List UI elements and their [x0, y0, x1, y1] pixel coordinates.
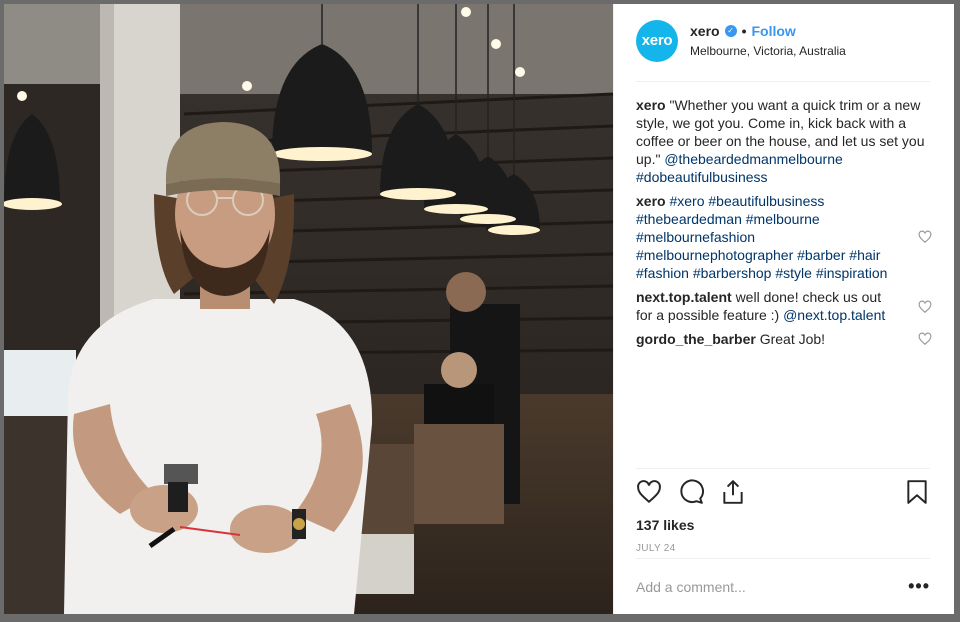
comment-input[interactable] — [636, 578, 909, 595]
hashtag-link[interactable]: #hair — [849, 247, 880, 263]
header-info: xero ✓ • Follow Melbourne, Victoria, Aus… — [690, 23, 846, 58]
hashtag-link[interactable]: #inspiration — [816, 265, 888, 281]
post-header: xero xero ✓ • Follow Melbourne, Victoria… — [636, 4, 930, 82]
post-photo[interactable] — [4, 4, 613, 614]
mention-link[interactable]: @thebeardedmanmelbourne — [664, 151, 842, 167]
heart-icon[interactable] — [636, 479, 662, 505]
heart-outline-icon[interactable] — [918, 300, 932, 314]
more-options-icon[interactable]: ••• — [908, 576, 930, 597]
add-comment-bar: ••• — [636, 558, 930, 614]
comment-author[interactable]: xero — [636, 97, 666, 113]
comment-next-top-talent: next.top.talent well done! check us out … — [636, 288, 932, 324]
avatar[interactable]: xero — [636, 19, 678, 62]
location-link[interactable]: Melbourne, Victoria, Australia — [690, 44, 846, 58]
hashtag-comment: xero #xero #beautifulbusiness #thebearde… — [636, 192, 932, 282]
post-modal: xero xero ✓ • Follow Melbourne, Victoria… — [4, 4, 954, 614]
follow-button[interactable]: Follow — [751, 23, 795, 39]
hashtag-link[interactable]: #barbershop — [693, 265, 772, 281]
bookmark-icon[interactable] — [904, 479, 930, 505]
comment-text-block: xero "Whether you want a quick trim or a… — [636, 96, 932, 186]
post-actions: 137 likes JULY 24 — [636, 468, 930, 554]
comments-list: xero "Whether you want a quick trim or a… — [614, 82, 954, 348]
post-details-panel: xero xero ✓ • Follow Melbourne, Victoria… — [613, 4, 954, 614]
verified-badge-icon: ✓ — [724, 25, 737, 37]
hashtag-link[interactable]: #melbournefashion — [636, 229, 755, 245]
mention-link[interactable]: @next.top.talent — [783, 307, 885, 323]
hashtag-link[interactable]: #thebeardedman — [636, 211, 742, 227]
hashtag-link[interactable]: #barber — [797, 247, 845, 263]
avatar-logo-text: xero — [641, 32, 673, 49]
caption-comment: xero "Whether you want a quick trim or a… — [636, 96, 930, 186]
heart-outline-icon[interactable] — [918, 230, 932, 244]
hashtag-link[interactable]: #melbournephotographer — [636, 247, 793, 263]
comment-author[interactable]: next.top.talent — [636, 289, 732, 305]
action-icons-row — [636, 477, 930, 507]
comment-author[interactable]: gordo_the_barber — [636, 331, 756, 347]
heart-outline-icon[interactable] — [918, 332, 932, 346]
username-link[interactable]: xero — [690, 23, 720, 39]
hashtag-link[interactable]: #beautifulbusiness — [708, 193, 824, 209]
comment-author[interactable]: xero — [636, 193, 666, 209]
comment-gordo-the-barber: gordo_the_barber Great Job! — [636, 330, 932, 348]
separator-dot: • — [741, 23, 747, 39]
likes-count[interactable]: 137 likes — [636, 517, 930, 533]
photo-barber-man — [4, 4, 613, 614]
share-icon[interactable] — [720, 479, 746, 505]
hashtag-link[interactable]: #style — [775, 265, 812, 281]
comment-bubble-icon[interactable] — [678, 479, 704, 505]
hashtag-link[interactable]: #dobeautifulbusiness — [636, 169, 768, 185]
hashtag-link[interactable]: #fashion — [636, 265, 689, 281]
header-top-row: xero ✓ • Follow — [690, 23, 846, 39]
post-date[interactable]: JULY 24 — [636, 543, 930, 554]
hashtag-link[interactable]: #melbourne — [746, 211, 820, 227]
hashtag-link[interactable]: #xero — [669, 193, 704, 209]
comment-text: Great Job! — [759, 331, 826, 347]
